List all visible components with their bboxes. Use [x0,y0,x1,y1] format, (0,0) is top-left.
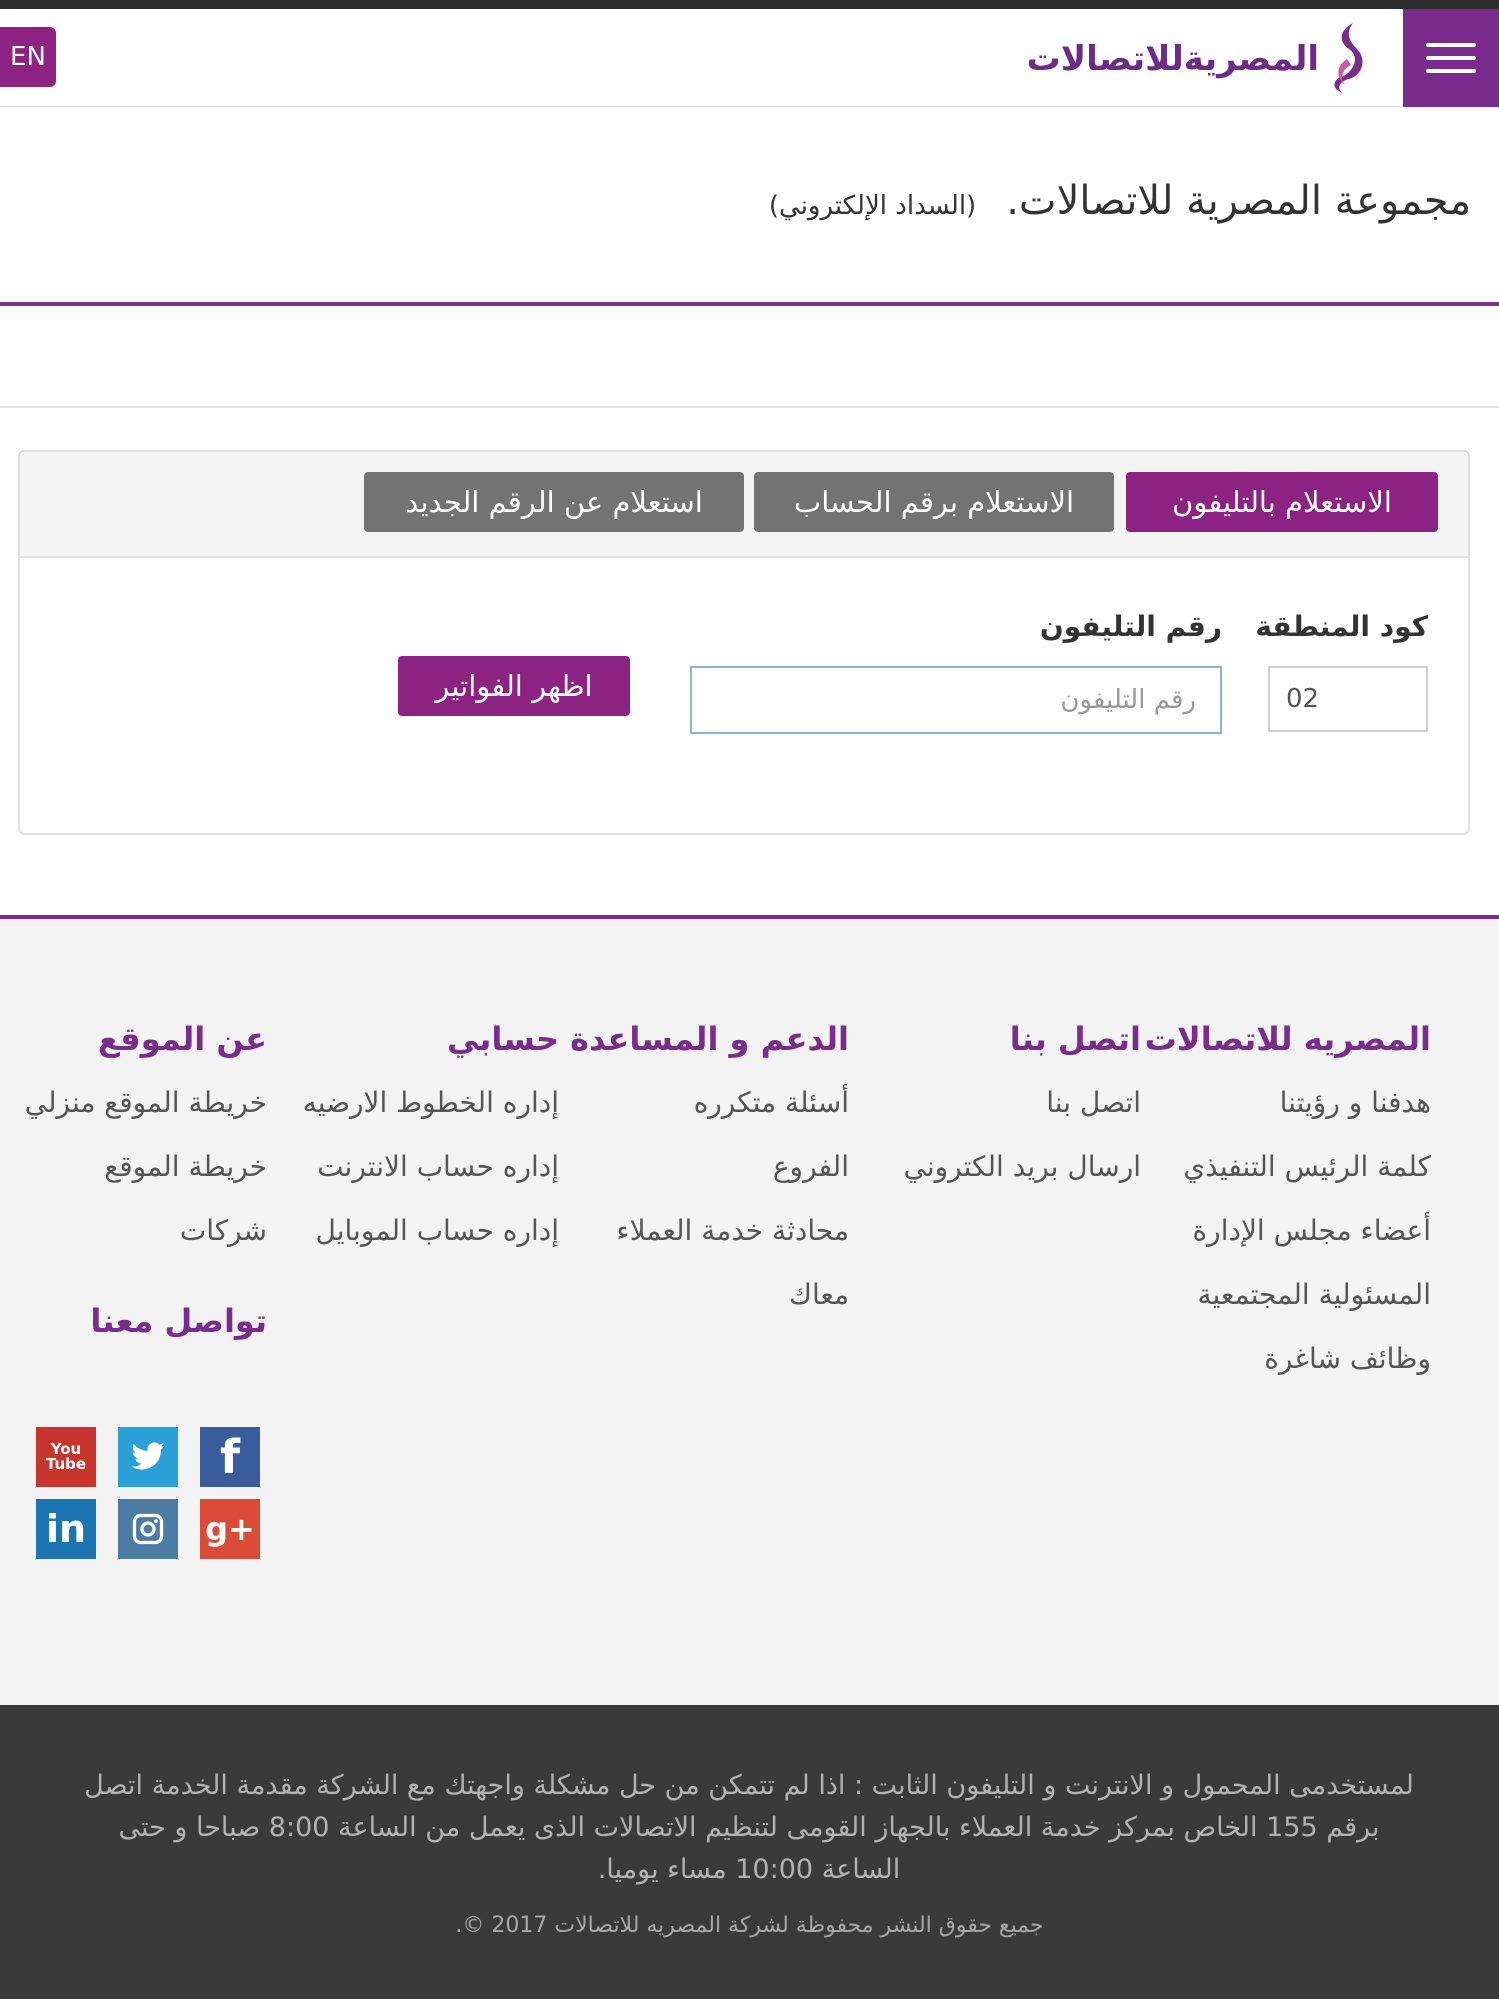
footer-link[interactable]: إداره حساب الموبايل [269,1199,559,1263]
inquiry-panel: الاستعلام بالتليفون الاستعلام برقم الحسا… [18,450,1470,835]
instagram-icon[interactable] [118,1499,178,1559]
footer-link[interactable]: المسئولية المجتمعية [1141,1263,1431,1327]
site-logo[interactable]: المصريةللاتصالات [1027,19,1371,99]
footer-link[interactable]: كلمة الرئيس التنفيذي [1141,1135,1431,1199]
footer-link[interactable]: محادثة خدمة العملاء [559,1199,849,1263]
footer-heading: اتصل بنا [1009,1020,1141,1058]
tab-new-number-inquiry[interactable]: استعلام عن الرقم الجديد [364,472,744,532]
area-code-label: كود المنطقة [1255,610,1428,643]
logo-text: المصريةللاتصالات [1026,39,1319,79]
phone-number-input[interactable]: رقم التليفون [690,666,1222,734]
copyright-text: جميع حقوق النشر محفوظة لشركة المصريه للا… [455,1913,1044,1938]
customer-service-notice: لمستخدمى المحمول و الانترنت و التليفون ا… [84,1770,1414,1885]
footer-link[interactable]: أسئلة متكرره [559,1071,849,1135]
page-title: مجموعة المصرية للاتصالات. [1006,178,1471,224]
language-toggle-button[interactable]: EN [0,27,56,87]
footer-column-support: الدعم و المساعدة أسئلة متكرره الفروع محا… [559,1007,849,1327]
footer-link[interactable]: إداره حساب الانترنت [269,1135,559,1199]
footer-link[interactable]: أعضاء مجلس الإدارة [1141,1199,1432,1263]
footer-link[interactable]: شركات [0,1199,267,1263]
area-code-field[interactable]: 02 [1268,666,1428,732]
site-footer: المصريه للاتصالات هدفنا و رؤيتنا كلمة ال… [0,915,1499,1705]
footer-column-account: حسابي إداره الخطوط الارضيه إداره حساب ال… [269,1007,559,1263]
tab-bar: الاستعلام بالتليفون الاستعلام برقم الحسا… [20,452,1468,558]
site-header: EN المصريةللاتصالات [0,9,1499,107]
twitter-icon[interactable] [118,1427,178,1487]
tab-phone-inquiry[interactable]: الاستعلام بالتليفون [1126,472,1438,532]
footer-column-about: عن الموقع خريطة الموقع منزلي خريطة الموق… [0,1007,267,1353]
footer-link[interactable]: معاك [559,1263,849,1327]
phone-number-label: رقم التليفون [1039,610,1222,643]
facebook-icon[interactable]: f [200,1427,260,1487]
linkedin-icon[interactable]: in [36,1499,96,1559]
show-bills-button[interactable]: اظهر الفواتير [398,656,630,716]
footer-link[interactable]: خريطة الموقع منزلي [0,1071,267,1135]
social-links: You Tube f in g+ [36,1427,262,1559]
title-divider [0,302,1499,306]
youtube-icon[interactable]: You Tube [36,1427,96,1487]
footer-heading: عن الموقع [97,1020,267,1058]
footer-link[interactable]: وظائف شاغرة [1141,1327,1431,1391]
footer-heading: حسابي [446,1020,559,1058]
footer-heading: المصريه للاتصالات [1144,1020,1431,1058]
page-subtitle: (السداد الإلكتروني) [768,191,977,221]
footer-link[interactable]: ارسال بريد الكتروني [851,1135,1142,1199]
footer-column-company: المصريه للاتصالات هدفنا و رؤيتنا كلمة ال… [1141,1007,1431,1391]
hamburger-menu-icon[interactable] [1403,9,1499,107]
footer-link[interactable]: خريطة الموقع [0,1135,267,1199]
top-strip [0,0,1499,9]
logo-swirl-icon [1334,23,1363,93]
footer-link[interactable]: الفروع [559,1135,849,1199]
footer-link[interactable]: اتصل بنا [851,1071,1141,1135]
footer-heading: الدعم و المساعدة [570,1020,849,1058]
social-heading: تواصل معنا [90,1302,267,1340]
footer-link[interactable]: هدفنا و رؤيتنا [1141,1071,1431,1135]
page-heading: مجموعة المصرية للاتصالات. (السداد الإلكت… [769,178,1471,224]
section-divider [0,406,1499,408]
footer-link[interactable]: إداره الخطوط الارضيه [269,1071,559,1135]
footer-column-contact: اتصل بنا اتصل بنا ارسال بريد الكتروني [851,1007,1142,1199]
tab-account-inquiry[interactable]: الاستعلام برقم الحساب [754,472,1114,532]
legal-bar: لمستخدمى المحمول و الانترنت و التليفون ا… [0,1705,1499,1999]
google-plus-icon[interactable]: g+ [200,1499,260,1559]
